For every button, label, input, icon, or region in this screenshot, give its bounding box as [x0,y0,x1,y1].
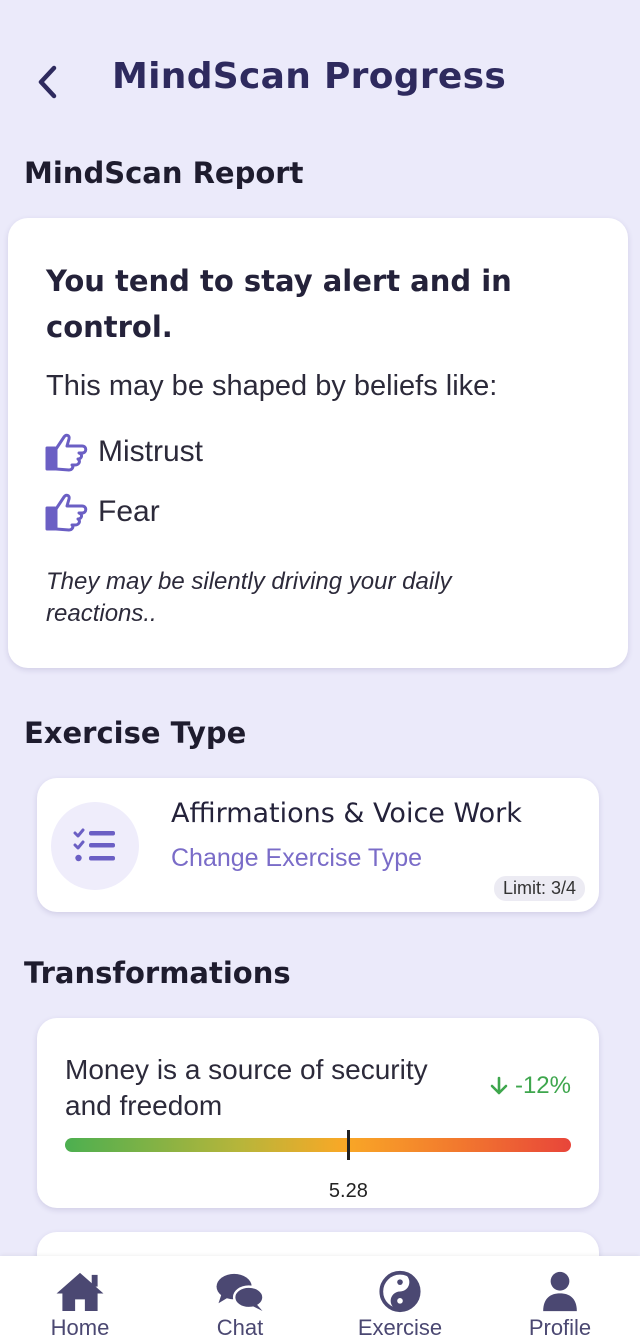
yin-yang-icon [379,1270,421,1313]
exercise-name: Affirmations & Voice Work [171,798,522,829]
belief-item-mistrust: Mistrust [44,432,203,472]
belief-label: Fear [98,495,160,528]
nav-item-exercise[interactable]: Exercise [320,1256,480,1341]
exercise-section-title: Exercise Type [24,716,247,750]
header: MindScan Progress [0,52,640,112]
page-title: MindScan Progress [112,56,507,97]
score-marker [347,1130,351,1160]
limit-badge: Limit: 3/4 [493,876,585,901]
chat-icon [216,1273,265,1312]
back-button[interactable] [30,60,64,104]
report-note: They may be silently driving your daily … [46,568,452,627]
belief-label: Mistrust [98,435,203,468]
belief-item-fear: Fear [44,492,160,532]
pointing-hand-icon [45,493,88,532]
nav-label: Chat [216,1315,264,1340]
checklist-icon [73,828,115,862]
nav-label: Exercise [357,1315,443,1340]
bottom-nav: Home Chat Exercise Profile [0,1256,640,1341]
change-exercise-link[interactable]: Change Exercise Type [171,844,422,873]
change-value: -12% [514,1072,571,1099]
report-section-title: MindScan Report [24,156,304,190]
nav-item-profile[interactable]: Profile [480,1256,640,1341]
score-value: 5.28 [328,1180,368,1202]
change-indicator: -12% [489,1072,571,1100]
exercise-icon-circle [51,802,139,890]
chevron-left-icon [38,65,57,99]
exercise-card[interactable]: Affirmations & Voice Work Change Exercis… [37,778,599,912]
report-headline: You tend to stay alert and in control. [46,264,512,344]
report-card: You tend to stay alert and in control. T… [8,218,628,668]
home-icon [56,1272,104,1312]
profile-icon [543,1271,577,1312]
nav-item-home[interactable]: Home [0,1256,160,1341]
arrow-down-icon [490,1076,508,1095]
score-bar [65,1130,571,1160]
transformation-belief: Money is a source of security and freedo… [65,1054,428,1121]
nav-label: Home [50,1315,110,1340]
score-bar-gradient [65,1138,571,1152]
pointing-hand-icon [45,433,88,472]
transformation-card[interactable]: Money is a source of security and freedo… [37,1018,599,1208]
transformations-section-title: Transformations [24,956,291,990]
report-subtitle: This may be shaped by beliefs like: [46,370,498,402]
nav-label: Profile [528,1315,592,1340]
nav-item-chat[interactable]: Chat [160,1256,320,1341]
